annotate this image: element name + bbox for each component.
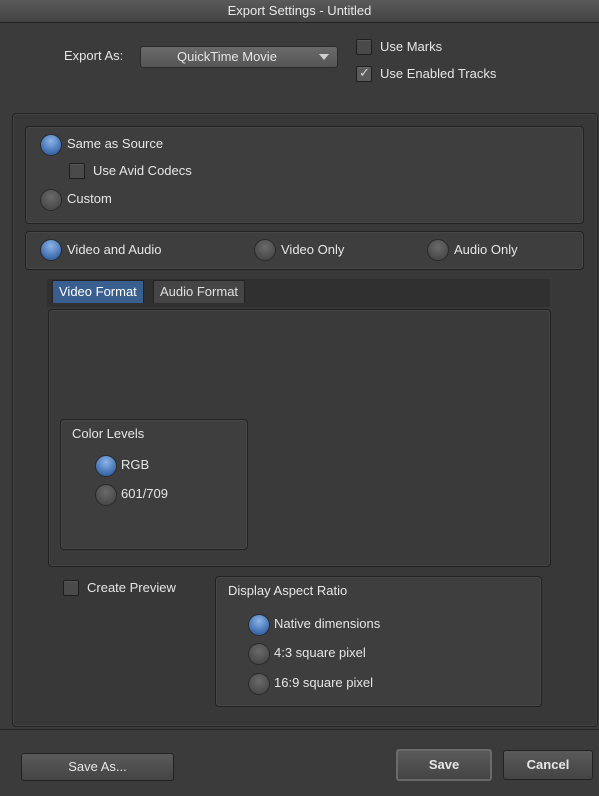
cancel-button[interactable]: Cancel — [503, 750, 593, 780]
use-marks-checkbox[interactable] — [356, 39, 372, 55]
video-only-radio[interactable] — [254, 239, 276, 261]
use-marks-label: Use Marks — [380, 39, 443, 54]
tab-audio-format[interactable]: Audio Format — [153, 280, 246, 303]
same-as-source-radio[interactable] — [40, 134, 62, 156]
color-levels-title: Color Levels — [72, 426, 145, 441]
four-three-square-pixel-radio[interactable] — [248, 643, 270, 665]
video-and-audio-radio[interactable] — [40, 239, 62, 261]
audio-only-radio[interactable] — [427, 239, 449, 261]
same-as-source-label: Same as Source — [67, 136, 164, 151]
sixteen-nine-square-pixel-radio[interactable] — [248, 673, 270, 695]
rgb-radio[interactable] — [95, 455, 117, 477]
use-enabled-tracks-label: Use Enabled Tracks — [380, 66, 497, 81]
video-only-label: Video Only — [281, 242, 345, 257]
rgb-label: RGB — [121, 457, 150, 472]
601-709-label: 601/709 — [121, 486, 168, 501]
display-aspect-ratio-title: Display Aspect Ratio — [228, 583, 348, 598]
native-dimensions-label: Native dimensions — [274, 616, 381, 631]
create-preview-label: Create Preview — [87, 580, 176, 595]
custom-radio[interactable] — [40, 189, 62, 211]
custom-label: Custom — [67, 191, 112, 206]
audio-only-label: Audio Only — [454, 242, 518, 257]
save-button[interactable]: Save — [396, 749, 492, 781]
use-enabled-tracks-checkbox[interactable] — [356, 65, 372, 82]
export-as-label: Export As: — [64, 48, 124, 63]
chevron-down-icon — [319, 54, 329, 60]
create-preview-checkbox[interactable] — [63, 580, 79, 596]
export-format-dropdown[interactable]: QuickTime Movie — [140, 46, 338, 68]
use-avid-codecs-checkbox[interactable] — [69, 163, 85, 179]
601-709-radio[interactable] — [95, 484, 117, 506]
save-as-button[interactable]: Save As... — [21, 753, 174, 781]
video-and-audio-label: Video and Audio — [67, 242, 162, 257]
window-title: Export Settings - Untitled — [0, 0, 599, 23]
tab-video-format[interactable]: Video Format — [52, 280, 144, 303]
footer-divider — [0, 729, 599, 730]
sixteen-nine-square-pixel-label: 16:9 square pixel — [274, 675, 374, 690]
native-dimensions-radio[interactable] — [248, 614, 270, 636]
export-format-value: QuickTime Movie — [177, 49, 277, 64]
four-three-square-pixel-label: 4:3 square pixel — [274, 645, 366, 660]
use-avid-codecs-label: Use Avid Codecs — [93, 163, 192, 178]
